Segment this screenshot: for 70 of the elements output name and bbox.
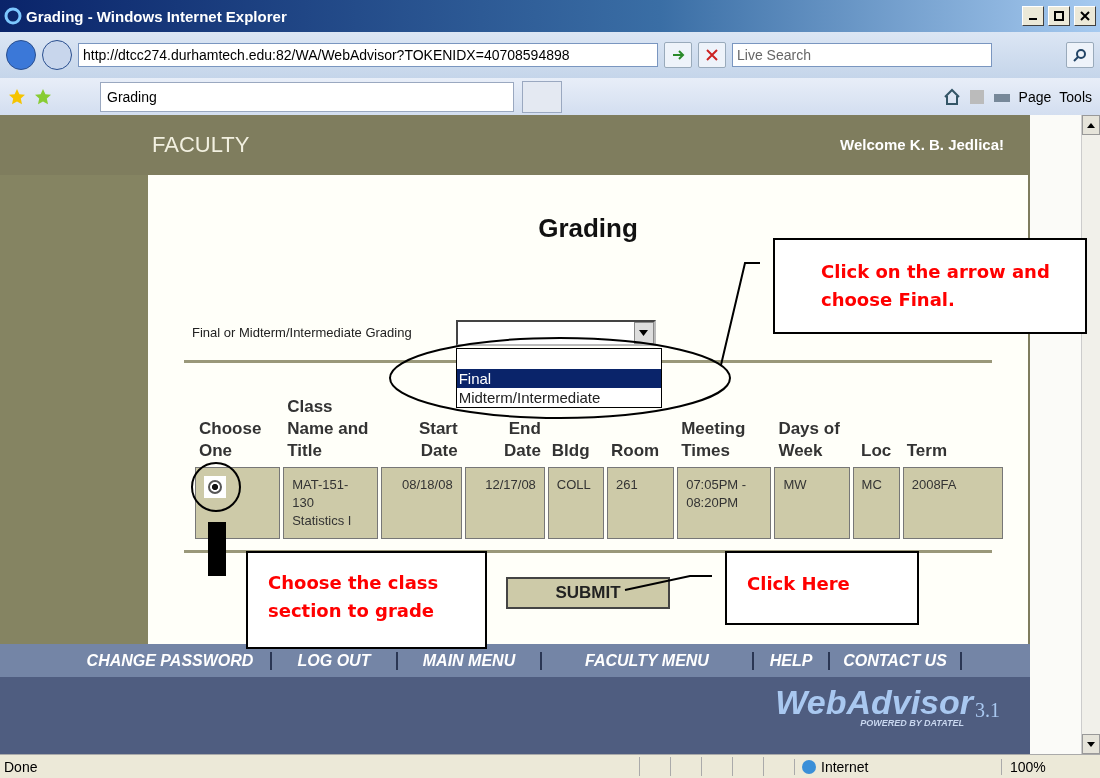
table-cell: 07:05PM - 08:20PM: [677, 466, 772, 539]
nav-link[interactable]: HELP: [754, 651, 830, 670]
close-button[interactable]: [1074, 6, 1096, 26]
maximize-button[interactable]: [1048, 6, 1070, 26]
table-cell: MW: [774, 466, 850, 539]
submit-button[interactable]: SUBMIT: [506, 576, 670, 609]
logo-tagline: POWERED BY DATATEL: [860, 718, 964, 729]
table-cell: MC: [852, 466, 900, 539]
table-cell: 2008FA: [902, 466, 1003, 539]
star-icon[interactable]: [8, 87, 26, 106]
welcome-text: Welcome K. B. Jedlica!: [840, 136, 1004, 154]
browser-icon: [4, 7, 22, 25]
table-cell: 08/18/08: [381, 466, 462, 539]
callout-text: Click on the arrow and choose Final.: [773, 238, 1087, 334]
nav-link[interactable]: MAIN MENU: [398, 651, 542, 670]
section-title: FACULTY: [152, 131, 250, 158]
stop-icon: [706, 49, 718, 61]
column-header: Start Date: [417, 417, 458, 462]
nav-link[interactable]: LOG OUT: [272, 651, 398, 670]
stop-button[interactable]: [698, 42, 726, 68]
nav-link[interactable]: CHANGE PASSWORD: [70, 651, 272, 670]
caret-icon: [639, 329, 649, 336]
down-arrow-icon[interactable]: [1087, 741, 1096, 747]
column-header: Bldg: [551, 439, 590, 462]
marker-bar: [208, 522, 226, 576]
table-cell: MAT-151-130 Statistics I: [283, 466, 379, 539]
table-cell: COLL: [547, 466, 604, 539]
nav-link[interactable]: CONTACT US: [830, 651, 962, 670]
command-menu[interactable]: Page: [1018, 88, 1052, 105]
callout-text: Click Here: [725, 551, 919, 625]
table-cell: 12/17/08: [464, 466, 545, 539]
column-header: Choose One: [199, 417, 263, 462]
zone-indicator: Internet: [794, 758, 1001, 775]
command-menu[interactable]: Tools: [1059, 88, 1092, 105]
forward-button[interactable]: [42, 40, 72, 70]
column-header: Term: [906, 439, 947, 462]
status-text: Done: [3, 758, 39, 775]
logo-version: 3.1: [975, 699, 1000, 723]
column-header: Room: [611, 439, 660, 462]
nav-link[interactable]: FACULTY MENU: [542, 651, 754, 670]
column-header: Days of Week: [778, 417, 841, 462]
window-title: Grading - Windows Internet Explorer: [26, 7, 288, 25]
column-header: Meeting Times: [681, 417, 747, 462]
globe-icon: [801, 758, 817, 775]
column-header: Class Name and Title: [287, 395, 370, 462]
search-button[interactable]: [1066, 42, 1094, 68]
maximize-icon: [1054, 11, 1064, 21]
refresh-button[interactable]: [664, 42, 692, 68]
grading-select[interactable]: [455, 319, 656, 346]
up-arrow-icon[interactable]: [1087, 122, 1096, 128]
column-header: Loc: [861, 439, 892, 462]
zoom-indicator[interactable]: 100%: [1001, 758, 1100, 775]
address-field[interactable]: http://dtcc274.durhamtech.edu:82/WA/WebAdvisor?TOKENIDX=40708594898: [78, 43, 658, 67]
refresh-icon: [671, 48, 685, 62]
dropdown-option[interactable]: Final: [456, 368, 661, 388]
close-icon: [1080, 11, 1090, 21]
search-icon: [1073, 48, 1087, 62]
home-icon[interactable]: [942, 87, 961, 106]
highlight-circle: [191, 462, 241, 512]
radio-button[interactable]: [204, 475, 226, 498]
back-button[interactable]: [6, 40, 36, 70]
field-label: Final or Midterm/Intermediate Grading: [192, 325, 412, 341]
column-header: End Date: [503, 417, 541, 462]
search-field[interactable]: Live Search: [732, 43, 992, 67]
callout-text: Choose the class section to grade: [246, 551, 487, 649]
page-title: Grading: [538, 212, 638, 244]
minimize-button[interactable]: [1022, 6, 1044, 26]
scrollbar[interactable]: [1081, 115, 1100, 754]
table-cell: 261: [607, 466, 675, 539]
browser-tab[interactable]: Grading: [100, 81, 514, 112]
